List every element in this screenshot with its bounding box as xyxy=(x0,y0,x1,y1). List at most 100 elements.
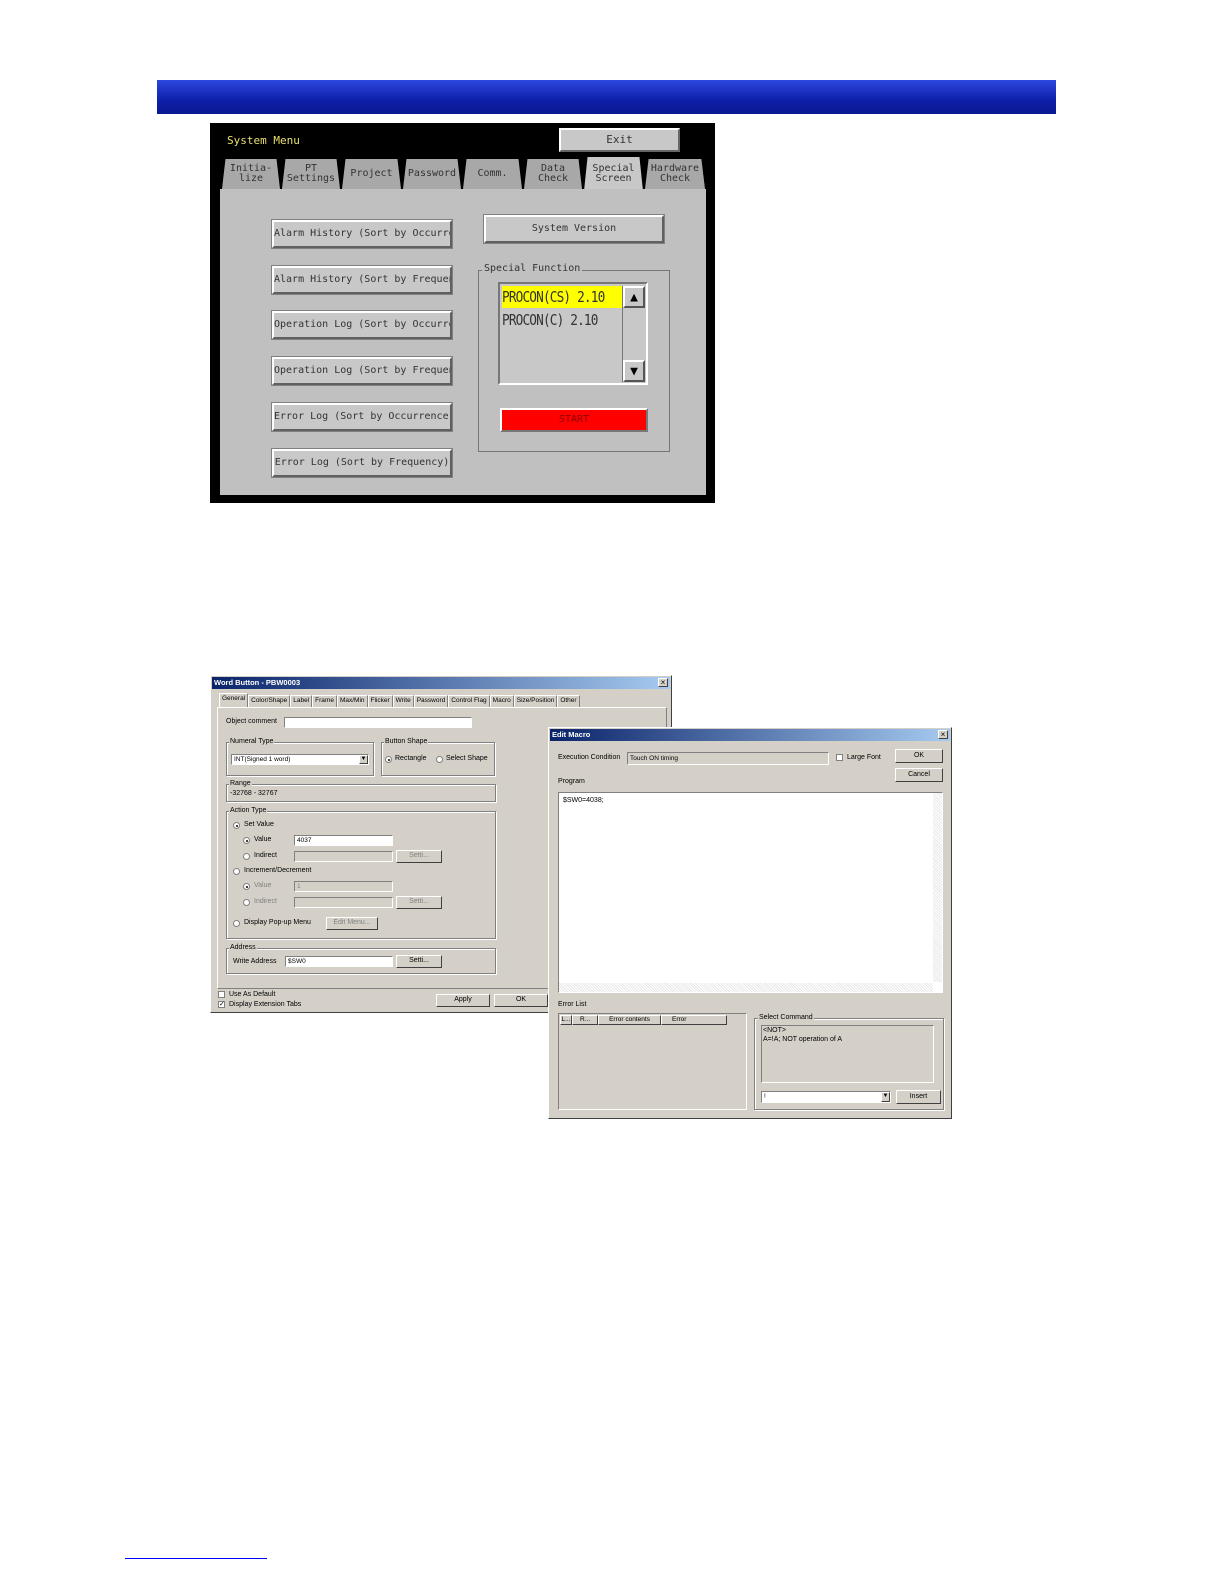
tab-line2: Settings xyxy=(286,173,336,184)
system-version-button[interactable]: System Version xyxy=(483,214,665,244)
select-command-label: Select Command xyxy=(758,1014,814,1021)
popup-menu-radio[interactable] xyxy=(233,920,240,927)
program-vscrollbar[interactable] xyxy=(933,793,942,982)
list-item-selected[interactable]: PROCON(CS) 2.10 xyxy=(502,286,625,308)
indirect-setting-button[interactable]: Setti... xyxy=(396,850,442,863)
system-menu-title: System Menu xyxy=(227,134,300,147)
command-select-value: ! xyxy=(764,1093,766,1100)
command-description: <NOT> A=!A; NOT operation of A xyxy=(761,1025,934,1083)
numeral-type-value: INT(Signed 1 word) xyxy=(234,756,291,763)
tab-line1: Password xyxy=(407,168,457,179)
address-setting-button[interactable]: Setti... xyxy=(396,955,442,968)
button-shape-label: Button Shape xyxy=(384,738,429,745)
address-label: Address xyxy=(229,944,257,951)
macro-cancel-button[interactable]: Cancel xyxy=(895,768,943,782)
tab-pt-settings[interactable]: PT Settings xyxy=(282,159,340,189)
word-button-titlebar: Word Button - PBW0003 × xyxy=(212,677,670,689)
inc-dec-radio[interactable] xyxy=(233,868,240,875)
rectangle-radio[interactable] xyxy=(385,756,392,763)
program-text: $SW0=4038; xyxy=(563,797,604,804)
special-function-label: Special Function xyxy=(482,263,583,274)
large-font-label: Large Font xyxy=(847,754,881,761)
range-value: -32768 - 32767 xyxy=(230,790,278,797)
indirect-radio[interactable] xyxy=(243,853,250,860)
write-address-field[interactable]: $SW0 xyxy=(285,956,393,967)
set-value-radio[interactable] xyxy=(233,822,240,829)
close-icon[interactable]: × xyxy=(938,730,948,739)
value-radio[interactable] xyxy=(243,837,250,844)
chevron-down-icon[interactable]: ▼ xyxy=(359,755,368,764)
display-ext-checkbox[interactable]: ✓ xyxy=(218,1001,225,1008)
scroll-down-icon[interactable]: ▼ xyxy=(623,360,645,382)
tab-password[interactable]: Password xyxy=(403,159,461,189)
error-log-occurrence-button[interactable]: Error Log (Sort by Occurrence) xyxy=(271,402,453,432)
scroll-up-icon[interactable]: ▲ xyxy=(623,286,645,308)
tab-comm[interactable]: Comm. xyxy=(463,159,522,189)
popup-menu-label: Display Pop-up Menu xyxy=(244,919,311,926)
rectangle-label: Rectangle xyxy=(395,755,427,762)
value-field[interactable]: 4037 xyxy=(294,835,393,846)
exec-condition-field[interactable]: Touch ON timing xyxy=(627,752,829,765)
object-comment-label: Object comment xyxy=(226,718,277,725)
chevron-down-icon[interactable]: ▼ xyxy=(881,1092,890,1102)
edit-macro-title: Edit Macro xyxy=(552,730,591,739)
error-col-error[interactable]: Error xyxy=(661,1015,727,1025)
list-item[interactable]: PROCON(C) 2.10 xyxy=(502,309,602,331)
error-list[interactable]: L... R... Error contents Error xyxy=(558,1013,747,1110)
list-scrollbar[interactable]: ▲ ▼ xyxy=(622,286,645,382)
edit-menu-button[interactable]: Edit Menu... xyxy=(326,917,378,930)
write-address-label: Write Address xyxy=(233,958,277,965)
error-col-l[interactable]: L... xyxy=(560,1015,572,1025)
tab-general[interactable]: General xyxy=(219,693,249,708)
error-list-label: Error List xyxy=(558,1001,587,1008)
set-value-label: Set Value xyxy=(244,821,274,828)
insert-button[interactable]: Insert xyxy=(896,1090,941,1104)
alarm-history-occurrence-button[interactable]: Alarm History (Sort by Occurrence) xyxy=(271,219,453,249)
special-function-list[interactable]: PROCON(CS) 2.10 PROCON(C) 2.10 ▲ ▼ xyxy=(498,282,648,385)
operation-log-frequency-button[interactable]: Operation Log (Sort by Frequency) xyxy=(271,356,453,386)
object-comment-field[interactable] xyxy=(284,717,472,728)
tab-line2: Check xyxy=(537,173,569,184)
inc-value-radio[interactable] xyxy=(243,883,250,890)
tab-hardware-check[interactable]: Hardware Check xyxy=(645,159,705,189)
error-log-frequency-button[interactable]: Error Log (Sort by Frequency) xyxy=(271,448,453,478)
large-font-checkbox[interactable] xyxy=(836,754,843,761)
numeral-type-label: Numeral Type xyxy=(229,738,275,745)
special-screen-panel: Alarm History (Sort by Occurrence) Alarm… xyxy=(220,189,706,495)
pt-system-menu-screen: System Menu Exit Initia-lize PT Settings … xyxy=(210,123,715,503)
inc-value-label: Value xyxy=(254,882,272,889)
close-icon[interactable]: × xyxy=(658,678,668,687)
inc-indirect-radio[interactable] xyxy=(243,899,250,906)
program-editor[interactable]: $SW0=4038; xyxy=(558,792,943,993)
macro-ok-button[interactable]: OK xyxy=(895,749,943,763)
error-col-r[interactable]: R... xyxy=(572,1015,598,1025)
tab-line2: Screen xyxy=(595,173,632,184)
tab-line1: Project xyxy=(350,168,393,179)
apply-button[interactable]: Apply xyxy=(436,994,490,1007)
use-default-label: Use As Default xyxy=(229,991,276,998)
error-col-contents[interactable]: Error contents xyxy=(598,1015,661,1025)
action-type-label: Action Type xyxy=(229,807,268,814)
exit-button[interactable]: Exit xyxy=(559,128,680,152)
tab-initialize[interactable]: Initia-lize xyxy=(222,159,280,189)
tab-data-check[interactable]: Data Check xyxy=(524,159,582,189)
value-label: Value xyxy=(254,836,272,843)
display-ext-label: Display Extension Tabs xyxy=(229,1001,302,1008)
alarm-history-frequency-button[interactable]: Alarm History (Sort by Frequency) xyxy=(271,265,453,295)
program-hscrollbar[interactable] xyxy=(559,983,933,992)
ok-button[interactable]: OK xyxy=(494,994,548,1007)
word-button-title: Word Button - PBW0003 xyxy=(214,678,301,687)
start-button[interactable]: START xyxy=(500,408,648,432)
inc-setting-button[interactable]: Setti... xyxy=(396,896,442,909)
tab-project[interactable]: Project xyxy=(342,159,401,189)
inc-value-field[interactable]: 1 xyxy=(294,881,393,892)
command-select[interactable]: ! ▼ xyxy=(761,1091,891,1103)
numeral-type-select[interactable]: INT(Signed 1 word) ▼ xyxy=(231,754,369,765)
use-default-checkbox[interactable] xyxy=(218,991,225,998)
operation-log-occurrence-button[interactable]: Operation Log (Sort by Occurrence) xyxy=(271,310,453,340)
select-shape-radio[interactable] xyxy=(436,756,443,763)
inc-indirect-field[interactable] xyxy=(294,897,393,908)
tab-special-screen[interactable]: Special Screen xyxy=(584,157,643,191)
indirect-field[interactable] xyxy=(294,851,393,862)
edit-macro-titlebar: Edit Macro × xyxy=(550,729,950,741)
